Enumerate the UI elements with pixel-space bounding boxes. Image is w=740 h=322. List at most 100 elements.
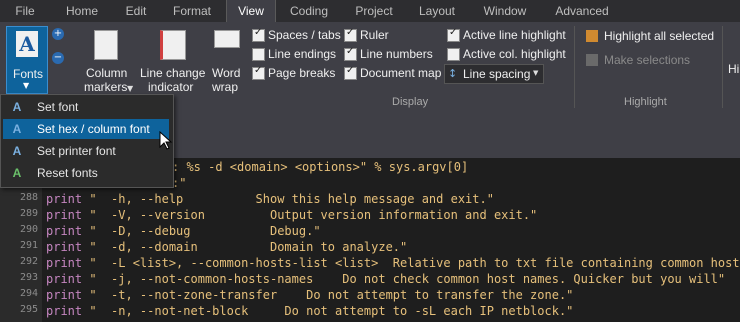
active-line-highlight-label: Active line highlight <box>463 28 566 42</box>
fonts-button[interactable]: A Fonts ▼ <box>6 26 48 94</box>
tab-advanced[interactable]: Advanced <box>542 0 622 22</box>
menu-item-set-font[interactable]: A Set font <box>3 97 169 117</box>
highlight-all-selected-button[interactable]: Highlight all selected <box>604 29 714 43</box>
line-number: 288 <box>19 192 38 203</box>
code-keyword: print <box>46 272 90 286</box>
ruler-checkbox[interactable] <box>344 27 357 42</box>
menu-item-set-hex-column-font[interactable]: A Set hex / column font <box>3 119 169 139</box>
code-text: :" <box>172 176 187 190</box>
line-spacing-label: Line spacing <box>463 67 531 81</box>
code-text: " -d, --domain Domain to analyze." <box>89 240 408 254</box>
menu-item-label: Set printer font <box>37 144 116 158</box>
tab-edit[interactable]: Edit <box>114 0 158 22</box>
fonts-label: Fonts <box>13 67 44 81</box>
fonts-dropdown-menu: A Set font A Set hex / column font A Set… <box>0 94 174 188</box>
code-line: : %s -d <domain> <options>" % sys.argv[0… <box>172 160 468 174</box>
line-number: 289 <box>19 208 38 219</box>
word-wrap-label-2: wrap <box>212 80 239 94</box>
zoom-out-icon[interactable]: − <box>52 52 64 64</box>
line-endings-label: Line endings <box>268 47 337 61</box>
active-col-highlight-label: Active col. highlight <box>463 47 566 61</box>
code-keyword: print <box>46 240 90 254</box>
code-line: print " -L <list>, --common-hosts-list <… <box>46 256 740 270</box>
ruler-label: Ruler <box>360 28 389 42</box>
code-keyword: print <box>46 224 90 238</box>
tab-window[interactable]: Window <box>468 0 542 22</box>
active-col-highlight-checkbox[interactable] <box>447 48 460 61</box>
code-text: : %s -d <domain> <options>" % sys.argv[0… <box>172 160 469 174</box>
line-number: 292 <box>19 256 38 267</box>
highlight-group-label: Highlight <box>624 96 667 108</box>
column-markers-label-1: Column <box>86 66 128 80</box>
spaces-tabs-checkbox[interactable] <box>252 27 265 42</box>
code-keyword: print <box>46 304 90 318</box>
code-text: " -j, --not-common-hosts-names Do not ch… <box>89 272 726 286</box>
code-keyword: print <box>46 288 90 302</box>
word-wrap-label-1: Word <box>212 66 241 80</box>
column-markers-button[interactable]: Column markers ▼ <box>80 26 134 94</box>
tab-file[interactable]: File <box>0 0 50 22</box>
line-change-indicator-button[interactable]: Line change indicator <box>140 26 206 94</box>
tab-layout[interactable]: Layout <box>406 0 468 22</box>
highlight-all-icon <box>586 30 598 42</box>
code-text: " -V, --version Output version informati… <box>89 208 538 222</box>
code-line: print " -V, --version Output version inf… <box>46 208 537 222</box>
line-change-label-1: Line change <box>140 66 206 80</box>
line-number: 290 <box>19 224 38 235</box>
page-breaks-checkbox[interactable] <box>252 65 265 80</box>
document-map-checkbox[interactable] <box>344 65 357 80</box>
menu-item-reset-fonts[interactable]: A Reset fonts <box>3 163 169 183</box>
zoom-in-icon[interactable]: + <box>52 28 64 40</box>
column-markers-icon <box>94 30 118 60</box>
code-line: :" <box>172 176 186 190</box>
code-text: " -t, --not-zone-transfer Do not attempt… <box>89 288 574 302</box>
code-keyword: print <box>46 192 90 206</box>
line-numbers-checkbox[interactable] <box>344 46 357 61</box>
word-wrap-button[interactable]: Word wrap <box>208 26 246 94</box>
line-spacing-icon: ↕ <box>448 67 458 80</box>
code-line: print " -t, --not-zone-transfer Do not a… <box>46 288 573 302</box>
make-selections-button[interactable]: Make selections <box>604 53 690 67</box>
tab-coding[interactable]: Coding <box>276 0 342 22</box>
line-change-icon <box>160 30 186 60</box>
menu-bar: File Home Edit Format View Coding Projec… <box>0 0 740 22</box>
code-line: print " -D, --debug Debug." <box>46 224 321 238</box>
page-breaks-label: Page breaks <box>268 66 336 80</box>
active-line-highlight-checkbox[interactable] <box>447 27 460 42</box>
menu-item-label: Reset fonts <box>37 166 98 180</box>
line-numbers-label: Line numbers <box>360 47 433 61</box>
code-line: print " -h, --help Show this help messag… <box>46 192 494 206</box>
document-map-label: Document map <box>360 66 442 80</box>
make-selections-icon <box>586 54 598 66</box>
chevron-down-icon: ▼ <box>127 84 134 93</box>
code-text: " -h, --help Show this help message and … <box>89 192 494 206</box>
line-endings-checkbox[interactable] <box>252 48 265 61</box>
tab-home[interactable]: Home <box>50 0 114 22</box>
line-number: 295 <box>19 304 38 315</box>
line-number: 291 <box>19 240 38 251</box>
code-line: print " -j, --not-common-hosts-names Do … <box>46 272 725 286</box>
menu-item-set-printer-font[interactable]: A Set printer font <box>3 141 169 161</box>
menu-item-label: Set font <box>37 100 79 114</box>
cut-off-label: Hi <box>728 62 740 76</box>
tab-view[interactable]: View <box>226 0 276 22</box>
group-separator <box>722 26 723 108</box>
code-text: " -D, --debug Debug." <box>89 224 321 238</box>
line-spacing-button[interactable]: ↕ Line spacing ▼ <box>444 64 544 84</box>
printer-font-icon: A <box>12 144 22 158</box>
code-keyword: print <box>46 256 90 270</box>
font-icon: A <box>16 31 38 57</box>
mouse-cursor-icon <box>159 131 173 150</box>
tab-project[interactable]: Project <box>342 0 406 22</box>
code-line: print " -d, --domain Domain to analyze." <box>46 240 407 254</box>
column-markers-label-2: markers <box>84 80 128 94</box>
hex-font-icon: A <box>12 122 22 136</box>
code-keyword: print <box>46 208 90 222</box>
display-group-label: Display <box>392 96 429 108</box>
chevron-down-icon: ▼ <box>533 69 539 77</box>
line-number: 293 <box>19 272 38 283</box>
font-icon: A <box>12 100 22 114</box>
code-text: " -L <list>, --common-hosts-list <list> … <box>89 256 740 270</box>
tab-format[interactable]: Format <box>158 0 226 22</box>
line-change-label-2: indicator <box>148 80 194 94</box>
